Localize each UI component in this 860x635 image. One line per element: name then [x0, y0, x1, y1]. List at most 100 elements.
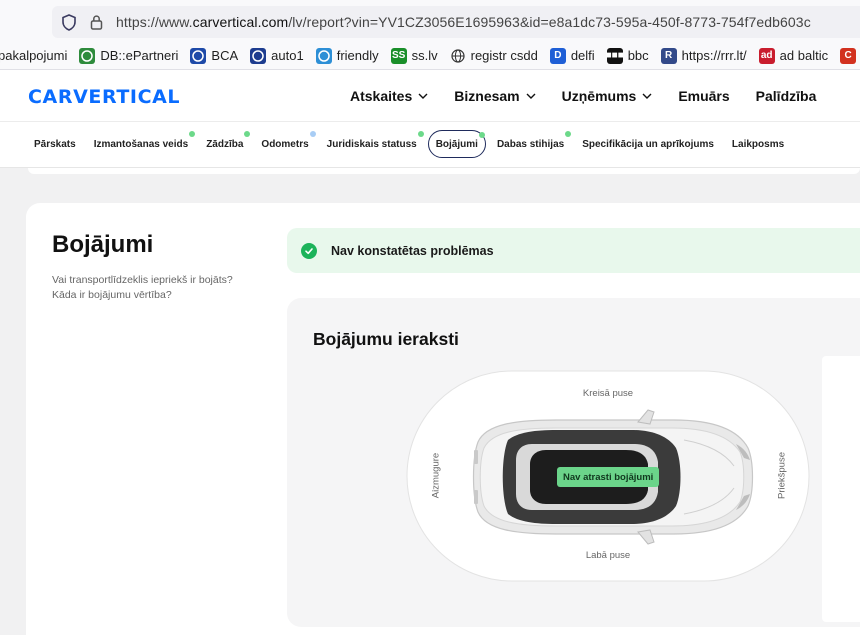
tab-item[interactable]: Bojājumi — [427, 130, 486, 158]
chevron-down-icon — [526, 93, 536, 99]
status-alert: Nav konstatētas problēmas — [287, 228, 860, 273]
label-rear: Aizmugure — [430, 452, 442, 499]
site-header: CARVERTICAL Atskaites Biznesam Uzņēmums Emu… — [0, 70, 860, 122]
bookmark-label: pakalpojumi — [0, 48, 68, 63]
main-nav: Atskaites Biznesam Uzņēmums Emuārs Palīdzība — [350, 70, 842, 122]
bookmark-item[interactable]: ad ad baltic — [758, 47, 829, 64]
bookmark-label: registr csdd — [470, 48, 538, 63]
damage-section-card: Bojājumi Vai transportlīdzeklis iepriekš… — [26, 203, 860, 635]
delfi-logo-icon: D — [549, 47, 566, 64]
bookmark-item[interactable]: friendly — [315, 47, 379, 64]
nav-item-label: Biznesam — [454, 88, 520, 104]
tab-item[interactable]: Laikposms — [724, 130, 792, 158]
report-tabs-bar: Pārskats Izmantošanas veids Zādzība Odometr… — [0, 122, 860, 168]
bookmark-label: https://rrr.lt/ — [681, 48, 747, 63]
tab-label: Bojājumi — [435, 138, 478, 150]
tab-label: Zādzība — [206, 138, 244, 150]
shield-icon[interactable] — [60, 13, 78, 31]
label-front: Priekšpuse — [776, 452, 788, 499]
label-left-side: Kreisā puse — [582, 388, 634, 399]
status-dot-icon — [244, 131, 251, 137]
inter-logo-icon: C — [840, 47, 857, 64]
tab-label: Odometrs — [261, 138, 309, 150]
adbaltic-logo-icon: ad — [758, 47, 775, 64]
previous-card-edge — [28, 168, 860, 174]
bookmark-item[interactable]: SS ss.lv — [390, 47, 438, 64]
bookmark-item[interactable]: registr csdd — [450, 48, 538, 64]
url-host: carvertical.com — [192, 14, 289, 30]
address-bar[interactable]: https://www.carvertical.com/lv/report?vi… — [52, 6, 860, 38]
bookmark-label: auto1 — [271, 48, 304, 63]
tab-label: Dabas stihijas — [496, 138, 565, 150]
globe-icon — [450, 48, 466, 64]
tab-item[interactable]: Zādzība — [199, 130, 251, 158]
section-title: Bojājumi — [52, 231, 154, 258]
bookmark-label: friendly — [336, 48, 379, 63]
nav-item-label: Palīdzība — [755, 88, 817, 104]
tab-label: Izmantošanas veids — [93, 138, 189, 150]
carvertical-logo[interactable]: CARVERTICAL — [28, 86, 180, 108]
url-prefix: https://www. — [116, 14, 193, 30]
report-tabs: Pārskats Izmantošanas veids Zādzība Odometr… — [27, 130, 795, 158]
status-dot-icon — [309, 131, 316, 137]
tab-label: Specifikācija un aprīkojums — [582, 138, 714, 150]
nav-item[interactable]: Biznesam — [454, 88, 536, 104]
status-dot-icon — [478, 132, 485, 138]
chevron-down-icon — [642, 93, 652, 99]
bookmark-item[interactable]: Rhttps://rrr.lt/ — [660, 47, 747, 64]
chevron-down-icon — [418, 93, 428, 99]
status-dot-icon — [189, 131, 196, 137]
bookmark-label: DB::ePartneri — [100, 48, 179, 63]
car-damage-diagram: Kreisā puse Labā puse Aizmugure Priekšpu… — [406, 370, 810, 582]
tab-item[interactable]: Dabas stihijas — [489, 130, 572, 158]
records-side-panel — [822, 356, 860, 622]
status-dot-icon — [417, 131, 424, 137]
bookmark-item[interactable]: BCA — [190, 47, 239, 64]
bookmark-label: ss.lv — [411, 48, 438, 63]
bookmark-label: bbc — [627, 48, 649, 63]
url-text[interactable]: https://www.carvertical.com/lv/report?vi… — [116, 14, 811, 30]
no-damage-badge: Nav atrasti bojājumi — [557, 467, 660, 487]
nav-item[interactable]: Palīdzība — [756, 88, 817, 104]
lock-icon[interactable] — [88, 13, 104, 31]
label-right-side: Labā puse — [585, 550, 631, 561]
bookmark-label: delfi — [570, 48, 595, 63]
bookmark-label: BCA — [211, 48, 239, 63]
bookmark-item[interactable]: auto1 — [250, 47, 304, 64]
circle-logo-icon — [79, 47, 96, 64]
tab-item[interactable]: Odometrs — [254, 130, 316, 158]
check-circle-icon — [301, 242, 317, 259]
records-title: Bojājumu ieraksti — [313, 329, 459, 349]
tab-item[interactable]: Izmantošanas veids — [86, 130, 196, 158]
tab-label: Juridiskais statuss — [326, 138, 417, 150]
status-alert-text: Nav konstatētas problēmas — [331, 243, 494, 258]
bookmark-item[interactable]: DB::ePartneri — [79, 47, 179, 64]
nav-item[interactable]: Emuārs — [678, 88, 729, 104]
tab-label: Laikposms — [731, 138, 785, 150]
tab-item[interactable]: Pārskats — [27, 130, 83, 158]
bookmarks-bar: pakalpojumi DB::ePartneri BCA auto1 friendly… — [0, 42, 860, 70]
bookmark-item[interactable]: ■■■ bbc — [606, 47, 649, 64]
auto1-logo-icon — [250, 47, 267, 64]
tab-item[interactable]: Specifikācija un aprīkojums — [575, 130, 721, 158]
tab-label: Pārskats — [34, 138, 76, 150]
flag-icon — [190, 47, 207, 64]
nav-item[interactable]: Atskaites — [350, 88, 428, 104]
nav-item-label: Uzņēmums — [561, 88, 637, 104]
bbc-logo-icon: ■■■ — [606, 47, 624, 64]
section-description: Vai transportlīdzeklis iepriekš ir bojāt… — [52, 274, 233, 301]
bookmark-label: ad baltic — [779, 48, 829, 63]
url-path: /lv/report?vin=YV1CZ3056E1695963&id=e8a1… — [288, 14, 811, 30]
status-dot-icon — [565, 131, 572, 137]
rrr-logo-icon: R — [660, 47, 677, 64]
damage-records-panel: Bojājumu ieraksti Kreisā puse Labā puse … — [287, 298, 860, 627]
nav-item-label: Emuārs — [678, 88, 730, 104]
nav-item[interactable]: Uzņēmums — [562, 88, 653, 104]
friendly-logo-icon — [315, 47, 332, 64]
ss-logo-icon: SS — [390, 47, 407, 64]
bookmark-item[interactable]: pakalpojumi — [0, 48, 67, 63]
bookmark-item[interactable]: Cinter — [840, 47, 860, 64]
bookmark-item[interactable]: Ddelfi — [549, 47, 595, 64]
tab-item[interactable]: Juridiskais statuss — [319, 130, 424, 158]
browser-toolbar: https://www.carvertical.com/lv/report?vi… — [0, 0, 860, 42]
